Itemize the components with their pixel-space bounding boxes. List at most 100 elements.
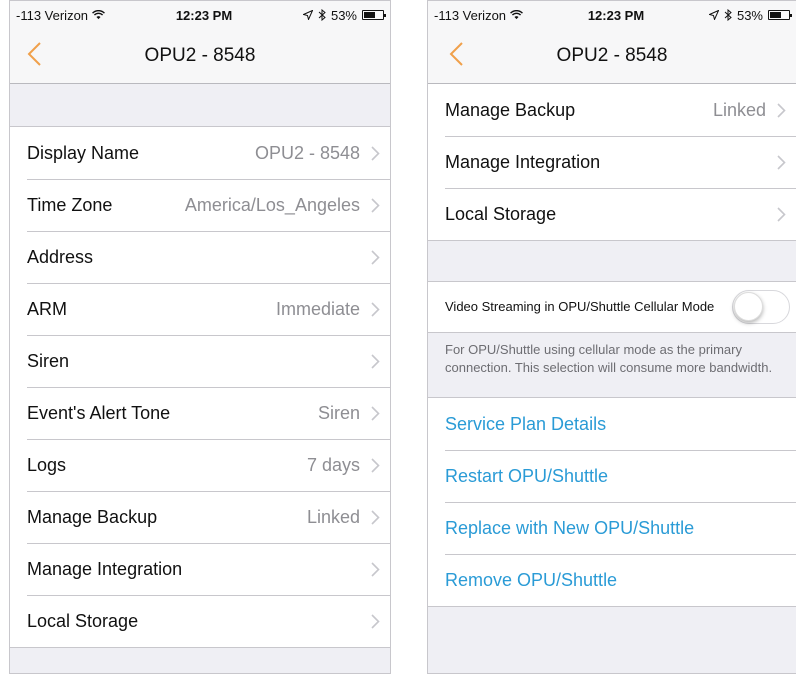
row-label: Manage Backup [445,99,576,120]
row-chevron [766,102,796,118]
row-chevron [360,353,390,369]
row-value: Siren [317,402,360,423]
action-label: Restart OPU/Shuttle [445,465,609,486]
row-label: Manage Integration [445,151,601,172]
bluetooth-icon [318,9,326,21]
row-value: Linked [306,506,360,527]
battery-percent: 53% [736,7,763,23]
row-value: Immediate [275,298,360,319]
row-chevron [360,197,390,213]
settings-list: Display Name OPU2 - 8548 Time Zone America/… [10,126,390,648]
battery-icon [362,10,386,20]
bluetooth-icon [724,9,732,21]
row-value: OPU2 - 8548 [254,142,360,163]
row-chevron [766,206,796,222]
settings-row-manage-integration[interactable]: Manage Integration [428,136,796,188]
status-right: 53% [302,7,386,23]
row-value: 7 days [306,454,360,475]
status-bar: -113 Verizon 12:23 PM 53% [428,1,796,29]
chevron-right-icon [370,405,380,421]
location-icon [302,10,313,20]
row-chevron [360,509,390,525]
nav-title: OPU2 - 8548 [556,45,668,66]
action-label: Remove OPU/Shuttle [445,569,618,590]
row-label: Address [27,246,94,267]
settings-row-event-s-alert-tone[interactable]: Event's Alert Tone Siren [10,387,390,439]
settings-row-display-name[interactable]: Display Name OPU2 - 8548 [10,127,390,179]
row-label: Event's Alert Tone [27,402,171,423]
action-label: Service Plan Details [445,413,607,434]
row-chevron [766,154,796,170]
chevron-right-icon [370,613,380,629]
video-streaming-note: For OPU/Shuttle using cellular mode as t… [445,342,773,375]
battery-icon [768,10,792,20]
row-value: Linked [712,99,766,120]
carrier-info: -113 Verizon [16,8,105,23]
row-label: Local Storage [445,203,557,224]
row-label: Local Storage [27,610,139,631]
chevron-right-icon [370,197,380,213]
row-chevron [360,301,390,317]
row-chevron [360,145,390,161]
row-chevron [360,457,390,473]
row-label: Manage Backup [27,506,158,527]
carrier-info: -113 Verizon [434,8,523,23]
row-chevron [360,249,390,265]
status-right: 53% [708,7,792,23]
chevron-right-icon [370,353,380,369]
chevron-right-icon [370,509,380,525]
row-value: America/Los_Angeles [184,194,360,215]
back-chevron-icon[interactable] [24,37,48,71]
settings-list: Manage Backup Linked Manage Integration Loc… [428,84,796,241]
row-chevron [360,613,390,629]
settings-row-address[interactable]: Address [10,231,390,283]
row-label: Siren [27,350,70,371]
chevron-right-icon [370,301,380,317]
action-list: Service Plan Details Restart OPU/Shuttle R… [428,397,796,607]
settings-row-manage-integration[interactable]: Manage Integration [10,543,390,595]
settings-row-siren[interactable]: Siren [10,335,390,387]
section-spacer [428,241,796,281]
chevron-right-icon [776,102,786,118]
section-spacer [10,84,390,126]
video-streaming-toggle[interactable] [732,290,790,324]
row-label: Time Zone [27,194,113,215]
battery-percent: 53% [330,7,357,23]
nav-bar: OPU2 - 8548 [428,29,796,83]
settings-row-local-storage[interactable]: Local Storage [428,188,796,240]
back-chevron-icon[interactable] [446,37,470,71]
row-label: Logs [27,454,67,475]
row-chevron [360,561,390,577]
carrier-label: -113 Verizon [434,7,507,23]
row-label: Display Name [27,142,140,163]
chevron-right-icon [370,145,380,161]
settings-row-manage-backup[interactable]: Manage Backup Linked [10,491,390,543]
chevron-right-icon [370,249,380,265]
left-screen: -113 Verizon 12:23 PM 53% OPU2 - 8548 Di… [9,0,391,674]
video-streaming-label: Video Streaming in OPU/Shuttle Cellular … [445,299,715,314]
row-chevron [360,405,390,421]
settings-row-time-zone[interactable]: Time Zone America/Los_Angeles [10,179,390,231]
action-remove-opu-shuttle[interactable]: Remove OPU/Shuttle [428,554,796,606]
status-bar: -113 Verizon 12:23 PM 53% [10,1,390,29]
chevron-right-icon [370,561,380,577]
status-time: 12:23 PM [175,7,233,23]
wifi-icon [510,10,523,20]
chevron-right-icon [776,206,786,222]
action-replace-with-new-opu-shuttle[interactable]: Replace with New OPU/Shuttle [428,502,796,554]
carrier-label: -113 Verizon [16,7,89,23]
settings-row-manage-backup[interactable]: Manage Backup Linked [428,84,796,136]
row-label: Manage Integration [27,558,183,579]
top-bar: -113 Verizon 12:23 PM 53% OPU2 - 8548 [10,1,390,84]
right-screen: -113 Verizon 12:23 PM 53% OPU2 - 8548 Ma… [427,0,796,674]
nav-bar: OPU2 - 8548 [10,29,390,83]
toggle-knob [734,292,763,321]
chevron-right-icon [370,457,380,473]
row-label: ARM [27,298,67,319]
settings-row-arm[interactable]: ARM Immediate [10,283,390,335]
settings-row-local-storage[interactable]: Local Storage [10,595,390,647]
nav-title: OPU2 - 8548 [144,45,256,66]
action-service-plan-details[interactable]: Service Plan Details [428,398,796,450]
action-restart-opu-shuttle[interactable]: Restart OPU/Shuttle [428,450,796,502]
settings-row-logs[interactable]: Logs 7 days [10,439,390,491]
